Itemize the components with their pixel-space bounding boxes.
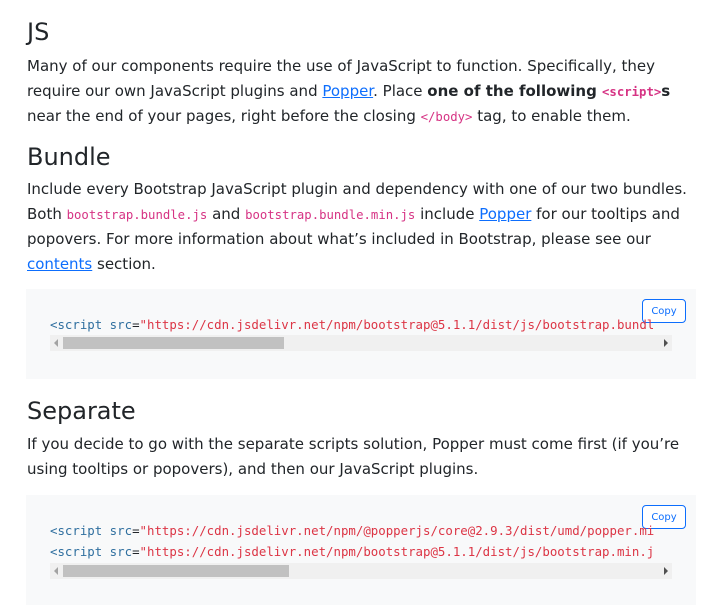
text: include [415, 204, 480, 223]
horizontal-scrollbar[interactable] [50, 335, 672, 351]
text: near the end of your pages, right before… [27, 107, 421, 125]
code-string: "https://cdn.jsdelivr.net/npm/bootstrap@… [139, 544, 655, 559]
code-bundle-js: bootstrap.bundle.js [66, 207, 208, 222]
heading-js: JS [27, 18, 50, 46]
text: and [207, 204, 246, 223]
code-string: "https://cdn.jsdelivr.net/npm/@popperjs/… [139, 523, 655, 538]
bundle-code-block: Copy <script src="https://cdn.jsdelivr.n… [26, 289, 696, 379]
bold-text: s [661, 81, 671, 100]
heading-bundle: Bundle [27, 143, 111, 171]
bundle-paragraph: Include every Bootstrap JavaScript plugi… [27, 177, 697, 276]
separate-paragraph: If you decide to go with the separate sc… [27, 435, 680, 478]
code-attr: src [102, 523, 133, 538]
text: tag, to enable them. [472, 107, 631, 125]
code-bundle-min-js: bootstrap.bundle.min.js [245, 207, 416, 222]
code-line: <script src="https://cdn.jsdelivr.net/np… [50, 315, 672, 335]
scroll-right-icon[interactable] [664, 567, 668, 575]
scrollbar-thumb[interactable] [63, 337, 284, 349]
code-eq: = [132, 544, 140, 559]
text: . Place [373, 81, 428, 100]
scroll-left-icon[interactable] [54, 339, 58, 347]
code-script: <script> [602, 84, 662, 99]
code-tag: <script [50, 317, 103, 332]
js-paragraph: Many of our components require the use o… [27, 54, 697, 130]
code-tag: <script [50, 544, 103, 559]
scroll-left-icon[interactable] [54, 567, 58, 575]
scrollbar-thumb[interactable] [63, 565, 290, 577]
code-tag: <script [50, 523, 103, 538]
heading-separate: Separate [27, 397, 136, 425]
separate-code-block: Copy <script src="https://cdn.jsdelivr.n… [26, 495, 696, 605]
code-attr: src [102, 544, 133, 559]
code-body: </body> [420, 110, 473, 124]
code-attr: src [102, 317, 133, 332]
code-eq: = [132, 317, 140, 332]
popper-link[interactable]: Popper [322, 82, 373, 100]
popper-link[interactable]: Popper [479, 205, 531, 223]
text: section. [92, 254, 156, 273]
code-string: "https://cdn.jsdelivr.net/npm/bootstrap@… [139, 317, 655, 332]
code-line: <script src="https://cdn.jsdelivr.net/np… [50, 542, 672, 562]
horizontal-scrollbar[interactable] [50, 563, 672, 579]
contents-link[interactable]: contents [27, 255, 92, 273]
scroll-right-icon[interactable] [664, 339, 668, 347]
code-line: <script src="https://cdn.jsdelivr.net/np… [50, 521, 672, 541]
bold-text: one of the following [427, 81, 603, 100]
code-eq: = [132, 523, 140, 538]
